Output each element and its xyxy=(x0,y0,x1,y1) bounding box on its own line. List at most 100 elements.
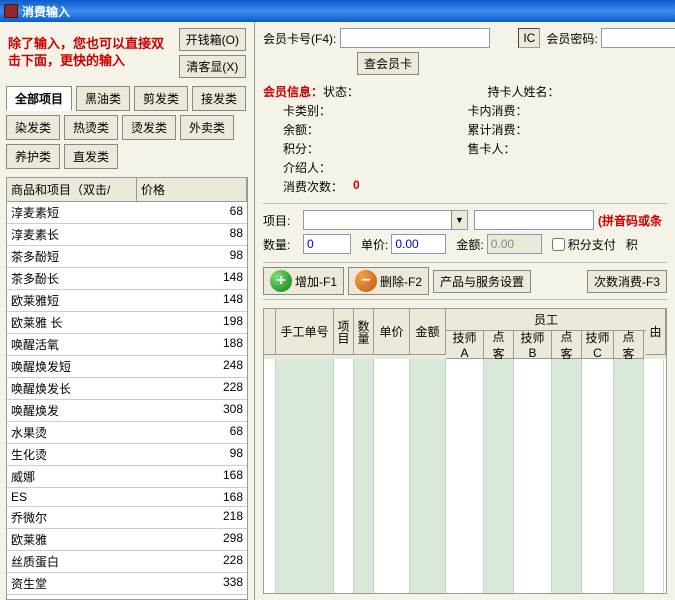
item-code-input[interactable] xyxy=(474,210,594,230)
line-items-grid: 手工单号 项目 数量 单价 金额 员工 技师A 点客 技师B 点客 技师C 点客 xyxy=(263,308,667,594)
category-tab[interactable]: 接发类 xyxy=(192,86,246,111)
product-price: 188 xyxy=(137,334,247,355)
product-name: 丝质蛋白 xyxy=(7,551,137,572)
product-row[interactable]: 茶多酚短98 xyxy=(7,246,247,268)
product-row[interactable]: 唤醒活氧188 xyxy=(7,334,247,356)
card-no-input[interactable] xyxy=(340,28,490,48)
product-name: 淳麦素短 xyxy=(7,202,137,223)
col-techA: 技师A xyxy=(446,331,484,359)
points-tail: 积 xyxy=(626,236,638,253)
col-amount: 金额 xyxy=(410,309,446,355)
product-name: 茶多酚短 xyxy=(7,246,137,267)
qty-input[interactable] xyxy=(303,234,351,254)
pwd-input[interactable] xyxy=(601,28,675,48)
col-item: 项目 xyxy=(334,309,354,355)
product-name: 欧莱雅短 xyxy=(7,290,137,311)
product-name: ES xyxy=(7,488,137,506)
product-row[interactable]: 施华蔻468 xyxy=(7,595,247,600)
price-label: 单价: xyxy=(361,236,388,253)
incard-label: 卡内消费： xyxy=(468,102,553,119)
hint-text: 除了输入，您也可以直接双击下面，更快的输入 xyxy=(8,36,173,70)
category-tab[interactable]: 全部项目 xyxy=(6,86,72,111)
action-bar: + 增加-F1 − 删除-F2 产品与服务设置 次数消费-F3 xyxy=(263,262,667,300)
product-price: 468 xyxy=(137,595,247,600)
add-button[interactable]: + 增加-F1 xyxy=(263,267,344,295)
product-row[interactable]: 资生堂338 xyxy=(7,573,247,595)
product-row[interactable]: 水果烫68 xyxy=(7,422,247,444)
product-row[interactable]: 唤醒焕发308 xyxy=(7,400,247,422)
product-row[interactable]: 欧莱雅 长198 xyxy=(7,312,247,334)
pwd-label: 会员密码: xyxy=(546,30,597,47)
category-tab[interactable]: 剪发类 xyxy=(134,86,188,111)
col-price-header: 价格 xyxy=(137,178,247,201)
product-row[interactable]: 丝质蛋白228 xyxy=(7,551,247,573)
cardtype-label: 卡类别： xyxy=(283,102,353,119)
col-by: 由 xyxy=(646,309,666,355)
category-tabs-row3: 养护类直发类 xyxy=(0,142,254,171)
count-consume-button[interactable]: 次数消费-F3 xyxy=(587,270,667,293)
product-price: 308 xyxy=(137,400,247,421)
member-info-label: 会员信息： xyxy=(263,83,323,100)
product-name: 唤醒活氧 xyxy=(7,334,137,355)
category-tab[interactable]: 黑油类 xyxy=(76,86,130,111)
product-name: 唤醒焕发长 xyxy=(7,378,137,399)
status-label: 状态： xyxy=(323,83,393,100)
product-row[interactable]: 欧莱雅短148 xyxy=(7,290,247,312)
product-row[interactable]: 茶多酚长148 xyxy=(7,268,247,290)
clear-display-button[interactable]: 清客显(X) xyxy=(179,55,246,78)
product-row[interactable]: 唤醒焕发短248 xyxy=(7,356,247,378)
seller-label: 售卡人： xyxy=(468,140,553,157)
product-price: 168 xyxy=(137,466,247,487)
plus-icon: + xyxy=(270,270,292,292)
product-name: 唤醒焕发 xyxy=(7,400,137,421)
product-price: 68 xyxy=(137,202,247,223)
product-list-header: 商品和项目（双击/ 价格 xyxy=(6,177,248,202)
product-price: 198 xyxy=(137,312,247,333)
product-price: 228 xyxy=(137,551,247,572)
product-list[interactable]: 淳麦素短68淳麦素长88茶多酚短98茶多酚长148欧莱雅短148欧莱雅 长198… xyxy=(6,202,248,600)
product-row[interactable]: ES168 xyxy=(7,488,247,507)
delete-button[interactable]: − 删除-F2 xyxy=(348,267,429,295)
col-qty: 数量 xyxy=(354,309,374,355)
category-tab[interactable]: 养护类 xyxy=(6,144,60,169)
product-price: 88 xyxy=(137,224,247,245)
product-price: 168 xyxy=(137,488,247,506)
category-tab[interactable]: 直发类 xyxy=(64,144,118,169)
category-tabs-row2: 染发类热烫类烫发类外卖类 xyxy=(0,113,254,142)
holder-label: 持卡人姓名： xyxy=(488,83,573,100)
product-name: 水果烫 xyxy=(7,422,137,443)
col-name-header: 商品和项目（双击/ xyxy=(7,178,137,201)
product-row[interactable]: 生化烫98 xyxy=(7,444,247,466)
category-tab[interactable]: 热烫类 xyxy=(64,115,118,140)
product-settings-button[interactable]: 产品与服务设置 xyxy=(433,270,531,293)
category-tab[interactable]: 外卖类 xyxy=(180,115,234,140)
amount-display xyxy=(487,234,542,254)
product-price: 98 xyxy=(137,444,247,465)
product-row[interactable]: 欧莱雅298 xyxy=(7,529,247,551)
open-cashbox-button[interactable]: 开钱箱(O) xyxy=(179,28,246,51)
product-row[interactable]: 淳麦素短68 xyxy=(7,202,247,224)
amount-label: 金额: xyxy=(456,236,483,253)
price-input[interactable] xyxy=(391,234,446,254)
col-techB: 技师B xyxy=(514,331,552,359)
category-tab[interactable]: 烫发类 xyxy=(122,115,176,140)
product-row[interactable]: 唤醒焕发长228 xyxy=(7,378,247,400)
main-content: 除了输入，您也可以直接双击下面，更快的输入 开钱箱(O) 清客显(X) 全部项目… xyxy=(0,22,675,600)
paypoints-checkbox[interactable] xyxy=(552,238,565,251)
app-icon xyxy=(4,4,18,18)
minus-icon: − xyxy=(355,270,377,292)
product-price: 148 xyxy=(137,268,247,289)
category-tab[interactable]: 染发类 xyxy=(6,115,60,140)
col-techC: 技师C xyxy=(582,331,614,359)
product-name: 生化烫 xyxy=(7,444,137,465)
product-row[interactable]: 威娜168 xyxy=(7,466,247,488)
col-manual: 手工单号 xyxy=(276,309,334,355)
check-card-button[interactable]: 查会员卡 xyxy=(357,52,419,75)
referrer-label: 介绍人： xyxy=(283,159,353,176)
product-row[interactable]: 淳麦素长88 xyxy=(7,224,247,246)
product-row[interactable]: 乔微尔218 xyxy=(7,507,247,529)
item-combo[interactable] xyxy=(303,210,468,230)
product-name: 唤醒焕发短 xyxy=(7,356,137,377)
left-panel: 除了输入，您也可以直接双击下面，更快的输入 开钱箱(O) 清客显(X) 全部项目… xyxy=(0,22,255,600)
grid-body[interactable] xyxy=(264,359,666,594)
